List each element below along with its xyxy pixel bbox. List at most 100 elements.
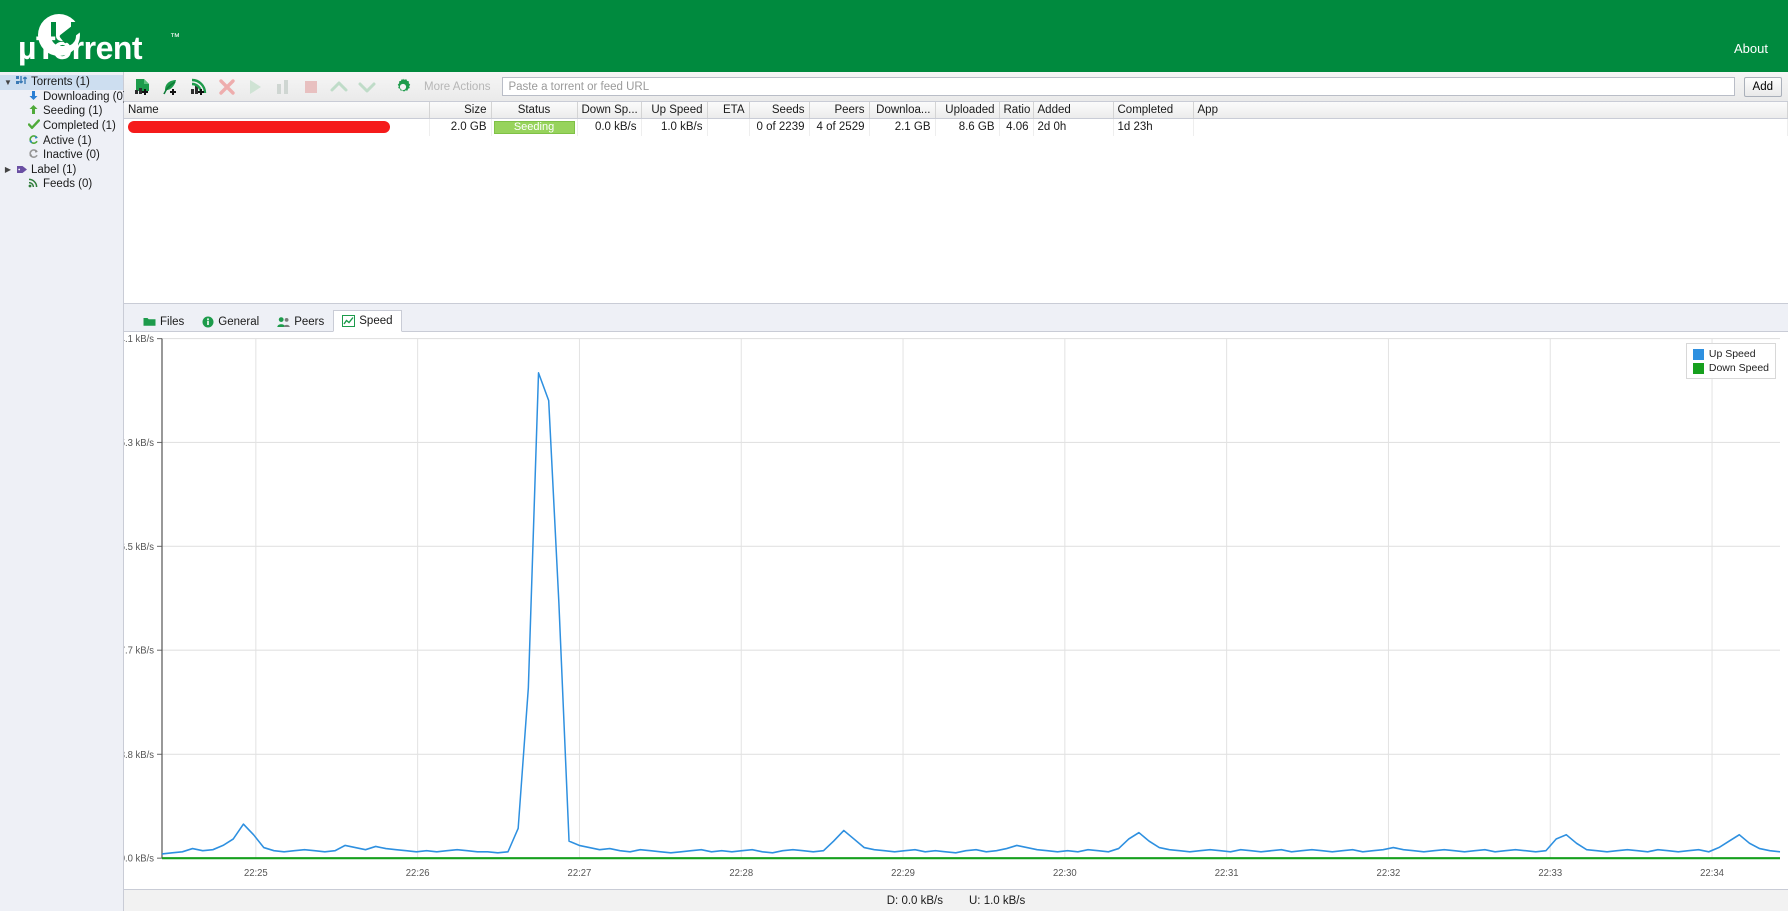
cell-status: Seeding [491, 118, 578, 136]
folder-icon [143, 316, 156, 327]
sidebar-item-completed[interactable]: Completed (1) [0, 119, 123, 134]
status-download-speed: D: 0.0 kB/s [886, 894, 943, 907]
utorrent-logo-text: µTorrent [18, 30, 143, 66]
cell-up: 1.0 kB/s [641, 118, 708, 136]
chart-legend: Up Speed Down Speed [1685, 343, 1776, 380]
chevron-down-icon[interactable]: ▼ [2, 78, 14, 87]
column-header-status[interactable]: Status [491, 102, 578, 119]
tab-label: Files [160, 315, 185, 328]
svg-text:22:34: 22:34 [1700, 867, 1724, 879]
tab-general[interactable]: General [193, 310, 268, 332]
speed-chart[interactable]: 0.0 kB/s 48.8 kB/s 97.7 kB/s 146.5 kB/s 195.… [124, 332, 1788, 889]
status-badge: Seeding [493, 120, 575, 134]
chart-icon [342, 315, 356, 327]
sidebar-item-label: Label (1) [31, 163, 77, 176]
column-header-size[interactable]: Size [429, 102, 492, 119]
remove-torrent-icon [214, 74, 240, 100]
upload-arrow-icon [26, 104, 41, 118]
tab-speed[interactable]: Speed [333, 310, 402, 332]
info-icon [202, 316, 214, 328]
settings-gear-icon[interactable] [390, 74, 416, 100]
cell-down: 0.0 kB/s [577, 118, 642, 136]
tab-label: Peers [294, 315, 325, 328]
tab-files[interactable]: Files [134, 310, 193, 332]
svg-text:146.5 kB/s: 146.5 kB/s [124, 541, 154, 553]
svg-text:22:30: 22:30 [1053, 867, 1077, 879]
svg-text:48.8 kB/s: 48.8 kB/s [124, 749, 154, 761]
column-header-peers[interactable]: Peers [809, 102, 870, 119]
add-button[interactable]: Add [1743, 76, 1782, 97]
cell-name [124, 118, 430, 136]
move-up-icon [326, 74, 352, 100]
sidebar-item-torrents[interactable]: ▼ Torrents (1) [0, 75, 123, 90]
svg-text:244.1 kB/s: 244.1 kB/s [124, 334, 154, 346]
legend-label-down-speed: Down Speed [1708, 362, 1769, 375]
column-header-uploaded[interactable]: Uploaded [935, 102, 1000, 119]
column-header-seeds[interactable]: Seeds [749, 102, 810, 119]
svg-text:22:28: 22:28 [729, 867, 753, 879]
table-header-row: Name Size Status Down Sp... Up Speed ETA Seeds… [124, 102, 1788, 119]
sidebar-item-label: Seeding (1) [43, 105, 103, 118]
sidebar-item-label: Downloading (0) [43, 90, 127, 103]
legend-label-up-speed: Up Speed [1708, 348, 1756, 360]
sidebar-item-inactive[interactable]: Inactive (0) [0, 148, 123, 163]
torrent-list-area[interactable]: Name Size Status Down Sp... Up Speed ETA Seeds… [124, 102, 1788, 304]
more-actions-label: More Actions [424, 80, 491, 93]
svg-text:195.3 kB/s: 195.3 kB/s [124, 438, 154, 450]
svg-text:22:32: 22:32 [1377, 867, 1401, 879]
check-icon [26, 119, 41, 133]
torrent-table: Name Size Status Down Sp... Up Speed ETA Seeds… [124, 102, 1788, 136]
sidebar-item-active[interactable]: Active (1) [0, 133, 123, 148]
svg-text:22:31: 22:31 [1215, 867, 1239, 879]
table-row[interactable]: 2.0 GB Seeding 0.0 kB/s 1.0 kB/s 0 of 2239 4 … [124, 118, 1788, 136]
column-header-up[interactable]: Up Speed [641, 102, 708, 119]
cell-added: 2d 0h [1033, 118, 1114, 136]
svg-text:22:26: 22:26 [406, 867, 430, 879]
speed-chart-canvas: 0.0 kB/s 48.8 kB/s 97.7 kB/s 146.5 kB/s 195.… [124, 334, 1781, 879]
column-header-added[interactable]: Added [1033, 102, 1114, 119]
label-tag-icon [14, 163, 29, 177]
main-panel: More Actions Add NameSizeStatusDown Sp..… [124, 72, 1788, 911]
tab-label: Speed [359, 315, 393, 327]
cell-app [1193, 118, 1788, 136]
add-torrent-file-icon[interactable] [130, 74, 156, 100]
sidebar-item-label: Active (1) [43, 134, 92, 147]
peers-icon [277, 316, 291, 328]
sidebar-item-feeds[interactable]: Feeds (0) [0, 177, 123, 192]
move-down-icon [354, 74, 380, 100]
column-header-app[interactable]: App [1193, 102, 1788, 119]
sidebar-item-label[interactable]: ▶ Label (1) [0, 163, 123, 178]
column-header-downloaded[interactable]: Downloa... [869, 102, 936, 119]
sidebar-item-label: Torrents (1) [31, 76, 90, 89]
tab-peers[interactable]: Peers [268, 310, 333, 332]
active-sync-icon [26, 134, 41, 148]
start-torrent-icon [242, 74, 268, 100]
status-badge-label: Seeding [513, 120, 555, 133]
status-bar: D: 0.0 kB/s U: 1.0 kB/s [124, 889, 1788, 911]
cell-completed: 1d 23h [1113, 118, 1194, 136]
column-header-completed[interactable]: Completed [1113, 102, 1194, 119]
svg-text:22:27: 22:27 [568, 867, 592, 879]
column-header-name[interactable]: Name [124, 102, 430, 119]
cell-size: 2.0 GB [429, 118, 492, 136]
inactive-sync-icon [26, 148, 41, 162]
column-header-down[interactable]: Down Sp... [577, 102, 642, 119]
column-header-ratio[interactable]: Ratio [999, 102, 1034, 119]
add-rss-feed-icon[interactable] [186, 74, 212, 100]
trademark-symbol: ™ [170, 32, 180, 43]
svg-text:22:29: 22:29 [891, 867, 915, 879]
sidebar-item-seeding[interactable]: Seeding (1) [0, 104, 123, 119]
sidebar-item-downloading[interactable]: Downloading (0) [0, 90, 127, 105]
rss-feed-icon [26, 177, 41, 191]
chevron-right-icon[interactable]: ▶ [2, 165, 14, 174]
cell-eta [707, 118, 750, 136]
app-header: µTorrent ™ About [0, 0, 1788, 72]
about-link[interactable]: About [1734, 41, 1768, 56]
column-header-eta[interactable]: ETA [707, 102, 750, 119]
torrent-url-input[interactable] [502, 77, 1735, 96]
cell-seeds: 0 of 2239 [749, 118, 810, 136]
cell-peers: 4 of 2529 [809, 118, 870, 136]
add-torrent-url-icon[interactable] [158, 74, 184, 100]
svg-text:22:33: 22:33 [1538, 867, 1562, 879]
detail-tabs: Files General Peers Speed [124, 304, 1788, 332]
